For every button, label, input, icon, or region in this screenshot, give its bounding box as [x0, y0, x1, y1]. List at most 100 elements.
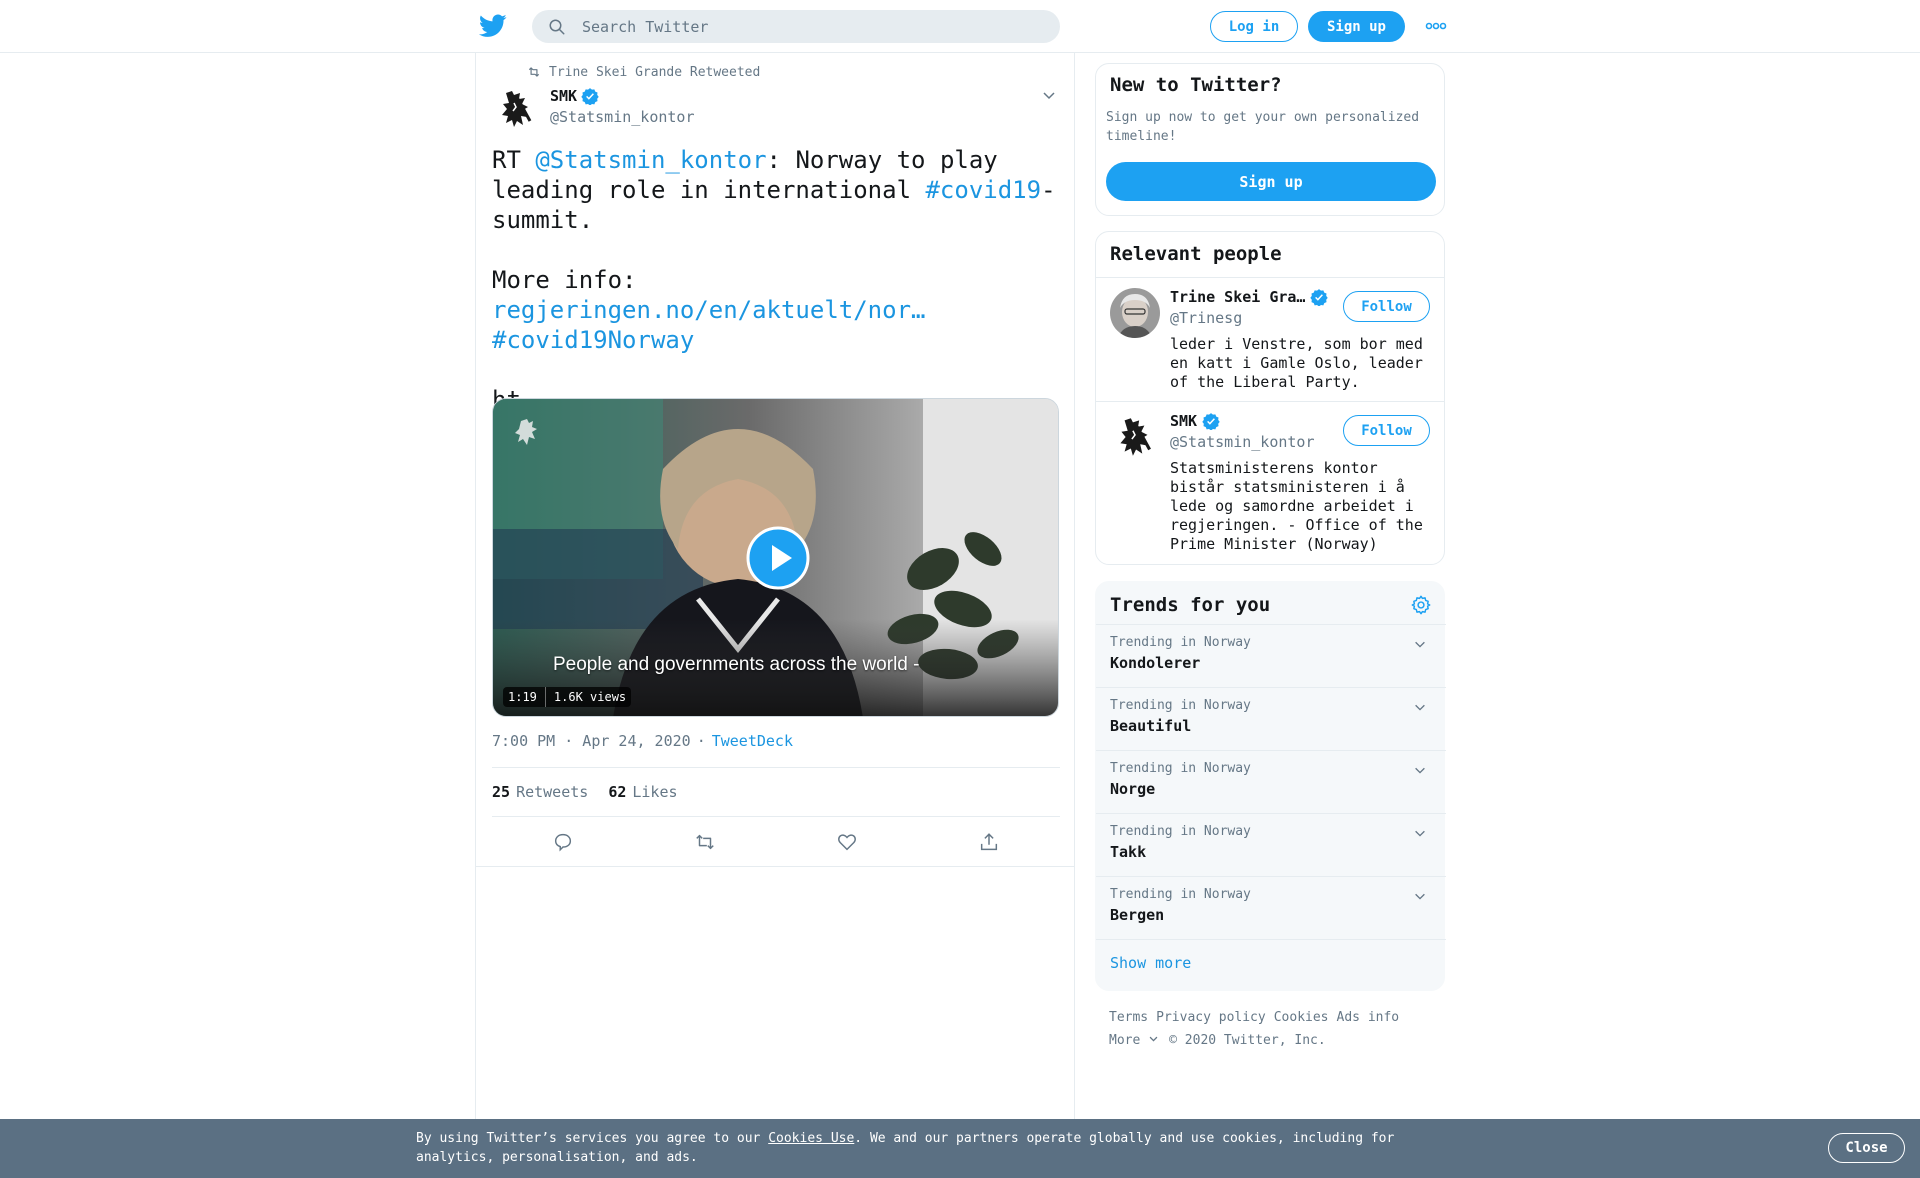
tweet-text: RT @Statsmin_kontor: Norway to play lead… — [492, 145, 1062, 415]
follow-button[interactable]: Follow — [1343, 291, 1430, 322]
url-link[interactable]: regjeringen.no/en/aktuelt/nor… — [492, 296, 925, 324]
tweet-stats: 25 Retweets 62 Likes — [492, 767, 1060, 817]
tweet-actions — [492, 817, 1060, 867]
video-caption: People and governments across the world … — [553, 654, 920, 675]
likes-stat[interactable]: 62 Likes — [608, 783, 677, 801]
avatar[interactable] — [1110, 288, 1160, 338]
privacy-policy-link[interactable]: Privacy policy — [1156, 1010, 1266, 1025]
avatar[interactable] — [492, 85, 540, 133]
chevron-down-icon[interactable] — [1413, 826, 1427, 840]
search-input[interactable] — [582, 10, 1042, 43]
divider — [1096, 939, 1446, 940]
trend-name[interactable]: Beautiful — [1110, 717, 1191, 735]
reply-icon[interactable] — [552, 831, 574, 853]
trend-context: Trending in Norway — [1110, 824, 1251, 839]
search-icon — [549, 19, 565, 35]
new-to-twitter-title: New to Twitter? — [1110, 74, 1282, 96]
chevron-down-icon — [1149, 1036, 1158, 1042]
person-name[interactable]: SMK — [1170, 412, 1220, 430]
norwegian-lion-emblem-icon — [502, 91, 532, 127]
author-handle[interactable]: @Statsmin_kontor — [550, 108, 695, 126]
cookies-link[interactable]: Cookies — [1274, 1010, 1329, 1025]
likes-label: Likes — [632, 783, 678, 801]
video-views: 1.6K views — [553, 690, 627, 704]
trend-context: Trending in Norway — [1110, 761, 1251, 776]
trend-item[interactable]: Trending in Norway Bergen — [1096, 876, 1446, 939]
verified-badge-icon — [581, 88, 599, 105]
avatar[interactable] — [1110, 412, 1160, 462]
twitter-bird-logo-icon[interactable] — [479, 14, 507, 38]
meta-separator: · — [696, 732, 706, 750]
retweet-icon — [528, 67, 540, 77]
trend-item[interactable]: Trending in Norway Takk — [1096, 813, 1446, 876]
signup-button[interactable]: Sign up — [1308, 11, 1405, 42]
divider — [476, 866, 1074, 867]
heart-icon[interactable] — [836, 831, 858, 853]
retweets-label: Retweets — [516, 783, 589, 801]
video-player[interactable]: People and governments across the world … — [492, 398, 1059, 717]
trend-name[interactable]: Norge — [1110, 780, 1155, 798]
ads-info-link[interactable]: Ads info — [1337, 1010, 1400, 1025]
person-bio: leder i Venstre, som bor med en katt i G… — [1170, 335, 1423, 391]
new-to-twitter-subtitle: Sign up now to get your own personalized… — [1106, 110, 1420, 144]
chevron-down-icon[interactable] — [1413, 700, 1427, 714]
mention-link[interactable]: @Statsmin_kontor — [535, 146, 766, 174]
author-name[interactable]: SMK — [550, 87, 599, 105]
trend-item[interactable]: Trending in Norway Beautiful — [1096, 687, 1446, 750]
chevron-down-icon[interactable] — [1041, 87, 1057, 103]
trend-context: Trending in Norway — [1110, 635, 1251, 650]
person-item-trinesg[interactable]: Trine Skei Gra… @Trinesg leder i Venstre… — [1096, 278, 1444, 400]
trends-card: Trends for you Trending in Norway Kondol… — [1095, 581, 1446, 991]
author-name-text: SMK — [550, 87, 578, 105]
relevant-people-card: Relevant people Trine Skei Gra… @Trinesg… — [1095, 231, 1445, 565]
trend-name[interactable]: Kondolerer — [1110, 654, 1200, 672]
retweet-icon[interactable] — [694, 831, 716, 853]
signup-button[interactable]: Sign up — [1106, 162, 1436, 201]
retweet-context[interactable]: Trine Skei Grande Retweeted — [527, 63, 760, 81]
tweet-column: Trine Skei Grande Retweeted SMK @Statsmi… — [475, 53, 1075, 1123]
tweet-source-link[interactable]: TweetDeck — [712, 732, 793, 750]
tweet-text-prefix: RT — [492, 146, 536, 174]
chevron-down-icon[interactable] — [1413, 763, 1427, 777]
search-box — [532, 10, 1060, 43]
person-item-smk[interactable]: SMK @Statsmin_kontor Statsministerens ko… — [1096, 402, 1444, 562]
retweet-context-label: Trine Skei Grande Retweeted — [549, 64, 761, 80]
login-button[interactable]: Log in — [1210, 11, 1298, 42]
profile-photo-icon — [1110, 288, 1160, 338]
chevron-down-icon[interactable] — [1413, 889, 1427, 903]
trend-name[interactable]: Bergen — [1110, 906, 1164, 924]
copyright: © 2020 Twitter, Inc. — [1169, 1033, 1326, 1048]
new-to-twitter-card: New to Twitter? Sign up now to get your … — [1095, 63, 1445, 216]
close-button[interactable]: Close — [1828, 1133, 1905, 1163]
show-more-link[interactable]: Show more — [1110, 954, 1191, 972]
tweet-meta: 7:00 PM · Apr 24, 2020 · TweetDeck — [492, 732, 793, 750]
badge-divider — [544, 687, 546, 707]
more-info-label: More info: — [492, 266, 651, 294]
terms-link[interactable]: Terms — [1109, 1010, 1148, 1025]
person-handle[interactable]: @Statsmin_kontor — [1170, 433, 1315, 451]
cookies-use-link[interactable]: Cookies Use — [768, 1131, 854, 1146]
more-options-icon[interactable] — [1425, 17, 1447, 35]
gear-icon[interactable] — [1410, 594, 1432, 616]
norwegian-lion-emblem-icon — [1120, 418, 1151, 456]
cookie-text-before: By using Twitter’s services you agree to… — [416, 1131, 769, 1146]
tweet-timestamp[interactable]: 7:00 PM · Apr 24, 2020 — [492, 732, 691, 750]
hashtag-link[interactable]: #covid19Norway — [492, 326, 694, 354]
top-navigation-bar: Log in Sign up — [0, 0, 1920, 53]
verified-badge-icon — [1202, 413, 1220, 430]
follow-button[interactable]: Follow — [1343, 415, 1430, 446]
hashtag-link[interactable]: #covid19 — [925, 176, 1041, 204]
trend-name[interactable]: Takk — [1110, 843, 1146, 861]
play-icon[interactable] — [746, 526, 810, 590]
chevron-down-icon[interactable] — [1413, 637, 1427, 651]
person-name-text: Trine Skei Gra… — [1170, 288, 1306, 306]
person-handle[interactable]: @Trinesg — [1170, 309, 1242, 327]
person-name[interactable]: Trine Skei Gra… — [1170, 288, 1329, 306]
trend-item[interactable]: Trending in Norway Norge — [1096, 750, 1446, 813]
share-icon[interactable] — [978, 831, 1000, 853]
relevant-people-title: Relevant people — [1110, 243, 1282, 265]
trend-item[interactable]: Trending in Norway Kondolerer — [1096, 624, 1446, 687]
verified-badge-icon — [1310, 289, 1329, 306]
retweets-stat[interactable]: 25 Retweets — [492, 783, 588, 801]
more-menu[interactable]: More — [1109, 1033, 1159, 1048]
